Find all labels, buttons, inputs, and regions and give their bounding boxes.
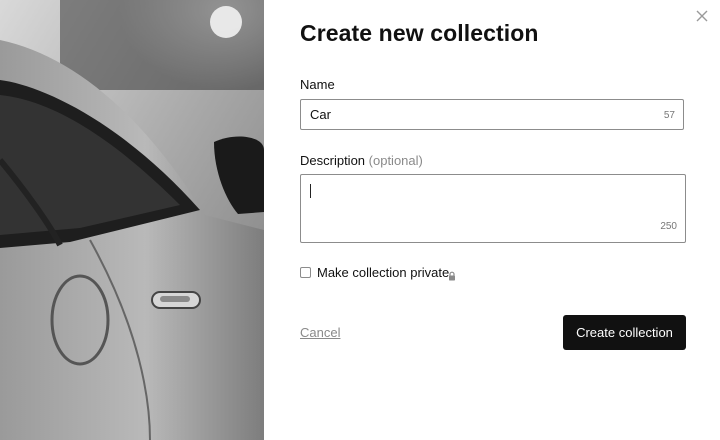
create-collection-button[interactable]: Create collection [563,315,686,350]
private-checkbox[interactable] [300,267,311,278]
lock-icon [447,268,457,281]
description-label-text: Description [300,153,366,168]
car-photo [0,0,264,440]
name-field[interactable]: 57 [300,99,684,130]
dialog-title: Create new collection [300,20,539,46]
optional-label: (optional) [368,153,423,168]
description-label: Description (optional) [300,153,423,168]
description-input[interactable] [310,183,640,223]
close-icon[interactable] [694,8,710,24]
name-label: Name [300,77,335,92]
private-checkbox-label[interactable]: Make collection private [317,265,449,280]
description-char-counter: 250 [660,221,677,232]
create-collection-dialog: Create new collection Name 57 Descriptio… [264,0,720,440]
name-input[interactable] [310,107,640,122]
description-field[interactable]: 250 [300,174,686,243]
cancel-button[interactable]: Cancel [300,325,340,340]
name-char-counter: 57 [663,110,675,121]
